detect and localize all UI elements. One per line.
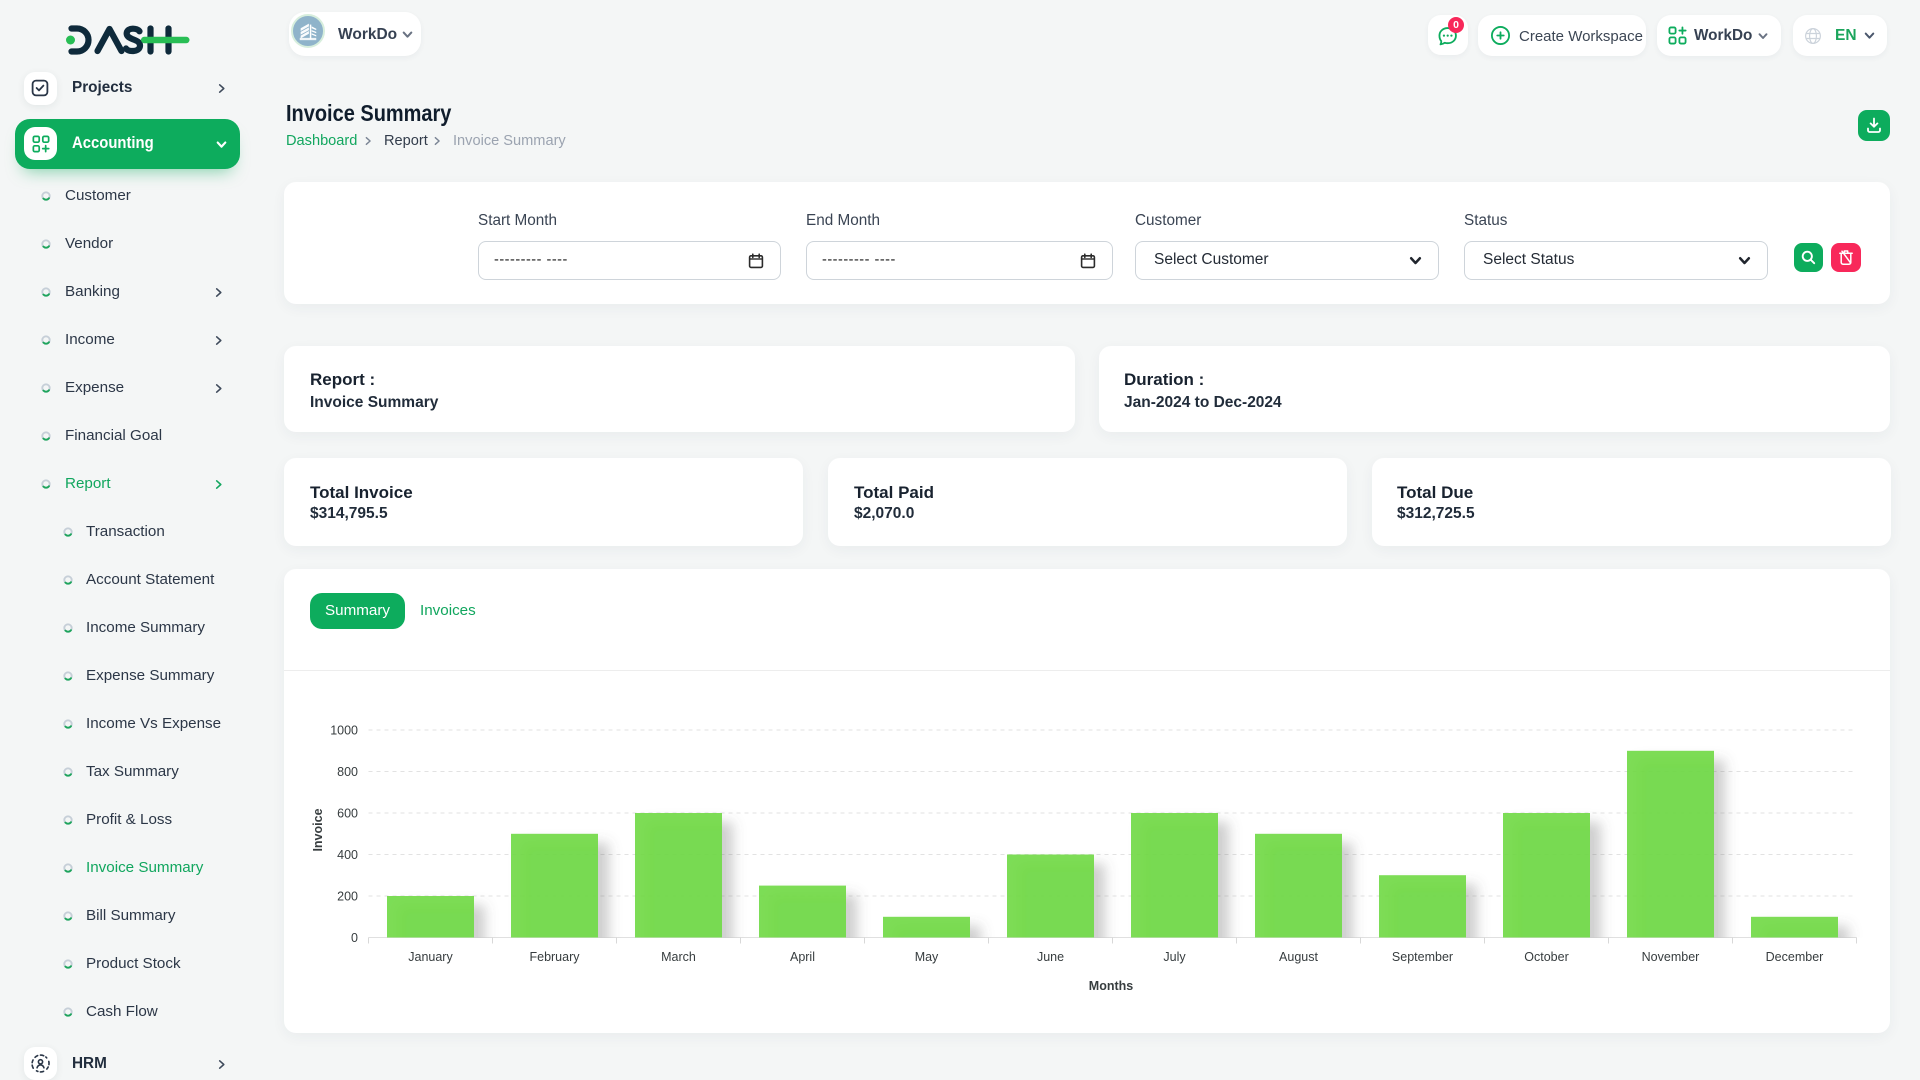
- svg-text:Months: Months: [1088, 979, 1132, 993]
- svg-text:December: December: [1765, 950, 1823, 964]
- svg-text:November: November: [1641, 950, 1699, 964]
- svg-text:July: July: [1163, 950, 1186, 964]
- svg-text:200: 200: [337, 889, 358, 903]
- svg-text:June: June: [1036, 950, 1063, 964]
- svg-text:March: March: [661, 950, 696, 964]
- svg-text:800: 800: [337, 765, 358, 779]
- svg-text:January: January: [408, 950, 453, 964]
- svg-text:May: May: [914, 950, 938, 964]
- svg-text:1000: 1000: [330, 723, 358, 737]
- svg-text:Invoice: Invoice: [311, 808, 325, 851]
- svg-text:October: October: [1524, 950, 1568, 964]
- svg-text:400: 400: [337, 848, 358, 862]
- svg-text:0: 0: [351, 931, 358, 945]
- svg-text:August: August: [1279, 950, 1318, 964]
- svg-text:September: September: [1391, 950, 1452, 964]
- svg-text:February: February: [529, 950, 580, 964]
- svg-text:600: 600: [337, 806, 358, 820]
- svg-text:April: April: [789, 950, 814, 964]
